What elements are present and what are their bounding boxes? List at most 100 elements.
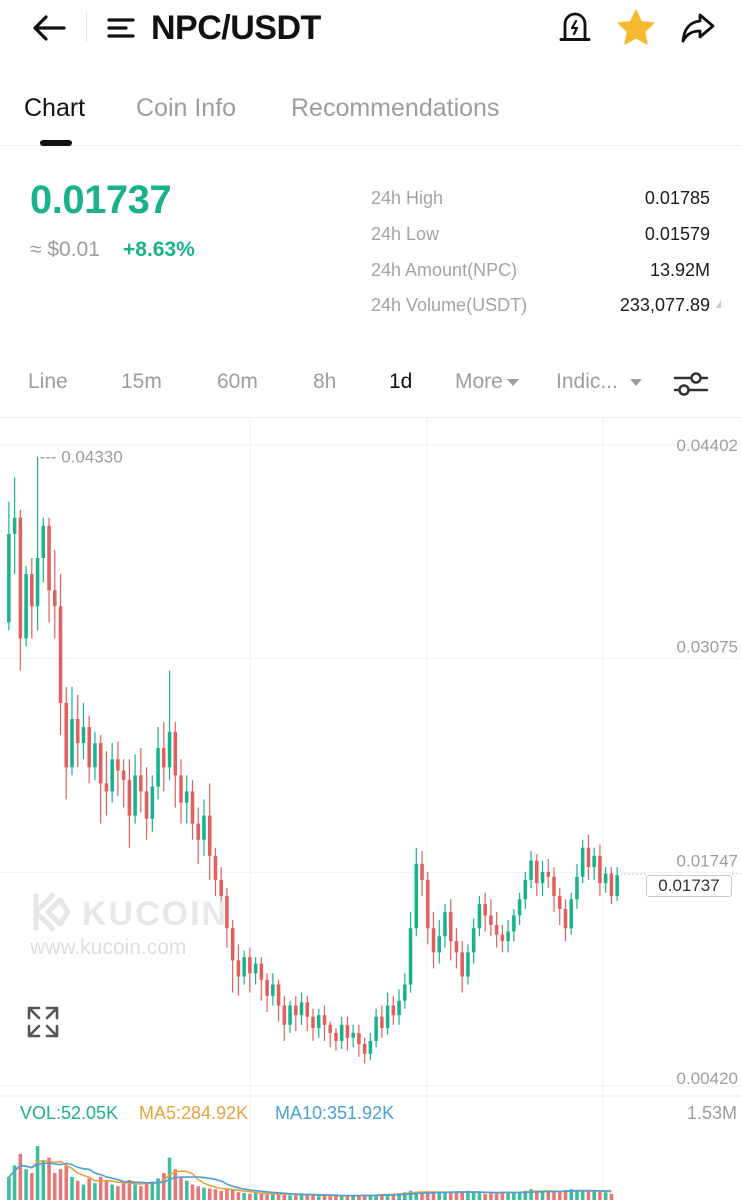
- volume-bar: [575, 1190, 579, 1200]
- interval-more-dropdown[interactable]: More: [455, 370, 519, 394]
- candle-body: [104, 783, 109, 792]
- candle-body: [397, 1000, 401, 1016]
- last-price-tag: 0.01737: [646, 875, 732, 897]
- candle-body: [466, 952, 470, 977]
- candle-body: [93, 743, 97, 768]
- candle-body: [563, 908, 568, 929]
- candle-body: [236, 960, 241, 977]
- volume-bar: [311, 1195, 315, 1200]
- high-price-marker: --- 0.04330: [40, 448, 123, 467]
- candle-body: [259, 963, 264, 980]
- interval-60m[interactable]: 60m: [217, 370, 258, 394]
- interval-15m[interactable]: 15m: [121, 370, 162, 394]
- watermark-brand: KUCOIN: [82, 895, 229, 933]
- price-axis-tick-label: 0.01747: [677, 851, 738, 870]
- candle-body: [242, 957, 246, 977]
- candle-body: [202, 815, 206, 840]
- price-axis: 0.04402 0.03075 0.01747 0.00420: [677, 436, 738, 1088]
- volume-bar: [18, 1153, 23, 1200]
- interval-line[interactable]: Line: [28, 370, 68, 394]
- candle-body: [380, 1016, 384, 1029]
- stat-label-24h-volume: 24h Volume(USDT): [371, 295, 528, 315]
- candle-body: [471, 928, 476, 953]
- price-alert-icon[interactable]: [556, 8, 594, 46]
- chevron-down-icon: [506, 378, 519, 386]
- volume-bar: [294, 1194, 298, 1200]
- volume-bar: [70, 1176, 74, 1200]
- candle-body: [167, 731, 172, 768]
- kucoin-logo-icon: [33, 892, 71, 932]
- menu-icon[interactable]: [104, 12, 138, 44]
- candle-body: [173, 731, 178, 776]
- candle-body: [500, 934, 505, 942]
- volume-bar: [580, 1191, 585, 1200]
- candle-body: [265, 979, 269, 996]
- volume-bar: [598, 1191, 602, 1200]
- candle-body: [127, 780, 132, 816]
- candle-body: [517, 899, 522, 916]
- candle-body: [219, 879, 223, 897]
- candle-body: [70, 718, 74, 768]
- price-axis-tick-label: 0.00420: [677, 1069, 738, 1088]
- tab-coin-info[interactable]: Coin Info: [136, 94, 236, 123]
- candle-body: [357, 1032, 361, 1045]
- candle-body: [512, 915, 516, 932]
- volume-bar: [133, 1184, 137, 1200]
- interval-8h[interactable]: 8h: [313, 370, 336, 394]
- active-tab-indicator: [40, 140, 72, 146]
- candle-body: [156, 747, 160, 787]
- volume-bar: [448, 1193, 453, 1200]
- volume-bar: [196, 1186, 201, 1200]
- share-icon[interactable]: [678, 8, 718, 46]
- candle-body: [374, 1016, 378, 1041]
- trading-pair-title[interactable]: NPC/USDT: [151, 8, 321, 48]
- candlestick-chart[interactable]: --- 0.04330 0.04402 0.03075 0.01747 0.00420: [0, 418, 741, 1200]
- volume-bar: [225, 1188, 229, 1200]
- candle-body: [288, 1005, 292, 1025]
- candle-body: [598, 855, 602, 884]
- volume-bar: [87, 1178, 91, 1200]
- volume-bar: [299, 1195, 304, 1200]
- volume-bar: [230, 1189, 235, 1200]
- interval-1d[interactable]: 1d: [389, 370, 412, 394]
- tab-recommendations[interactable]: Recommendations: [291, 94, 499, 123]
- candle-body: [535, 860, 539, 884]
- candle-body: [271, 984, 275, 996]
- price-axis-tick-label: 0.04402: [677, 436, 738, 455]
- candle-body: [133, 775, 137, 816]
- candle-body: [391, 1005, 396, 1016]
- tab-bar: Chart Coin Info Recommendations: [0, 80, 741, 146]
- volume-bar: [552, 1192, 556, 1200]
- volume-bar: [517, 1192, 522, 1200]
- volume-bar: [483, 1193, 487, 1200]
- favorite-star-icon[interactable]: [616, 8, 656, 48]
- volume-bar: [425, 1193, 430, 1200]
- tab-chart[interactable]: Chart: [24, 94, 85, 123]
- fullscreen-expand-icon[interactable]: [26, 1005, 60, 1039]
- candle-body: [213, 855, 218, 880]
- candle-body: [150, 786, 155, 819]
- candle-body: [425, 879, 430, 929]
- volume-bar: [248, 1193, 252, 1200]
- volume-bar: [328, 1196, 332, 1200]
- volume-bar: [104, 1180, 109, 1200]
- candle-body: [116, 759, 120, 771]
- volume-bar: [52, 1173, 57, 1200]
- candle-body: [403, 984, 407, 1001]
- indicators-dropdown[interactable]: Indic...: [556, 370, 642, 394]
- interval-more-label: More: [455, 370, 503, 393]
- volume-toggle-icon[interactable]: [716, 300, 721, 308]
- volume-bar: [116, 1186, 120, 1200]
- back-arrow-icon[interactable]: [30, 10, 70, 46]
- stat-label-24h-amount: 24h Amount(NPC): [371, 260, 518, 280]
- candle-body: [190, 791, 195, 824]
- volume-ma5: MA5:284.92K: [139, 1103, 249, 1123]
- price-change-percent: +8.63%: [123, 238, 195, 261]
- volume-bar: [150, 1181, 155, 1200]
- chart-settings-icon[interactable]: [672, 368, 710, 400]
- stat-value-24h-amount: 13.92M: [649, 260, 710, 280]
- stat-value-24h-low: 0.01579: [644, 224, 710, 244]
- volume-bar: [139, 1186, 143, 1200]
- candle-body: [443, 912, 447, 937]
- candle-body: [437, 936, 442, 953]
